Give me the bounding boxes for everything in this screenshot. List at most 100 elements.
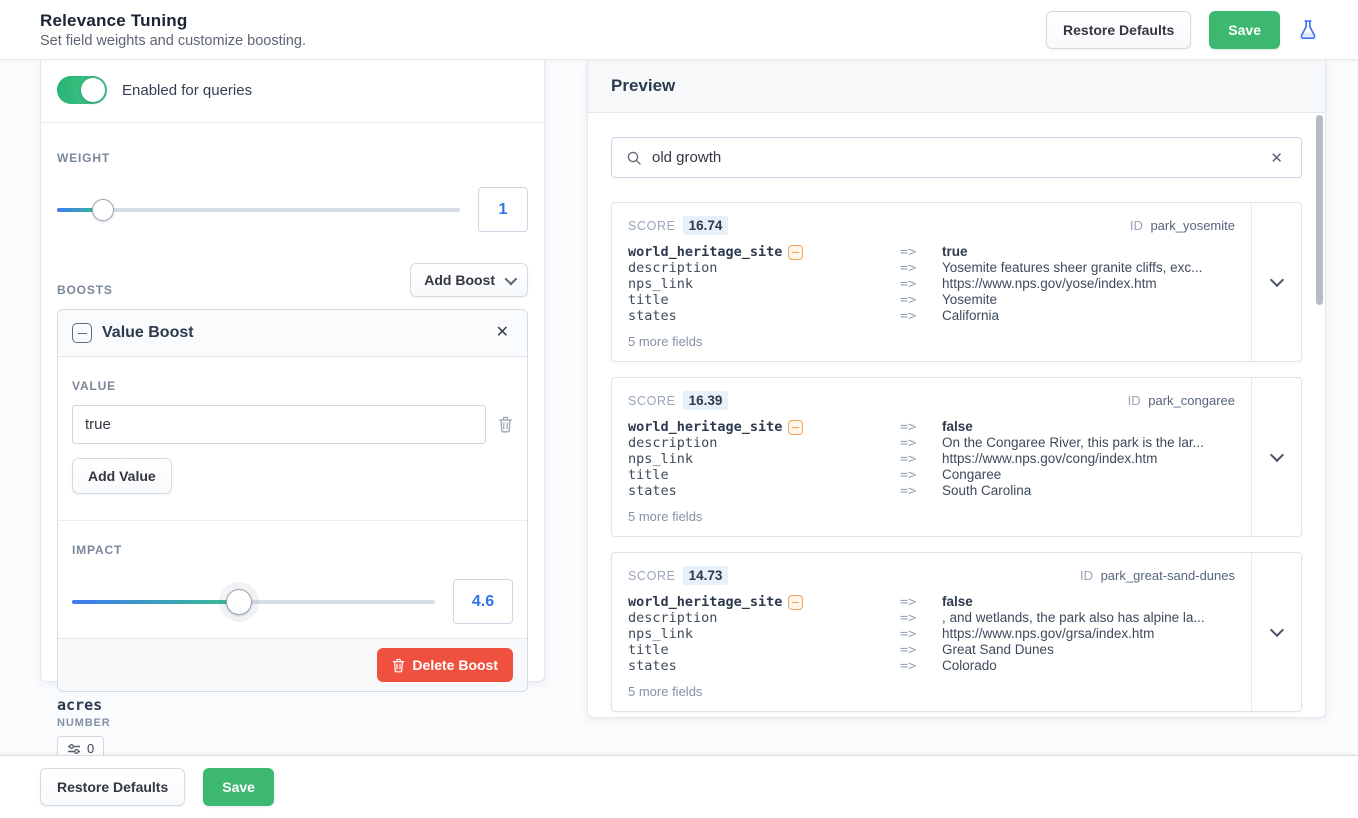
result-field-row: states => Colorado	[628, 658, 1235, 674]
field-value: Yosemite features sheer granite cliffs, …	[942, 260, 1235, 276]
query-tester-button[interactable]	[1298, 19, 1318, 41]
preview-search-input[interactable]	[652, 149, 1266, 166]
field-value: https://www.nps.gov/yose/index.htm	[942, 276, 1235, 292]
value-boost-icon	[72, 323, 92, 343]
field-name: description	[628, 260, 717, 276]
impact-value-box[interactable]	[453, 579, 513, 624]
field-value: Great Sand Dunes	[942, 642, 1235, 658]
field-name: description	[628, 610, 717, 626]
field-name: nps_link	[628, 451, 693, 467]
save-button[interactable]: Save	[203, 768, 274, 806]
preview-panel: Preview ✕ SCORE 16.74 ID park_yosemite	[587, 60, 1326, 718]
chevron-down-icon	[1269, 448, 1283, 462]
id-value: park_congaree	[1148, 393, 1235, 408]
result-card: SCORE 16.74 ID park_yosemite world_herit…	[611, 202, 1302, 362]
field-name: world_heritage_site	[628, 244, 782, 260]
result-field-row: world_heritage_site => false	[628, 419, 1235, 435]
delete-boost-label: Delete Boost	[412, 657, 498, 673]
close-boost-icon[interactable]: ✕	[492, 323, 513, 343]
field-name: description	[628, 435, 717, 451]
weight-slider-thumb[interactable]	[92, 199, 114, 221]
result-card: SCORE 16.39 ID park_congaree world_herit…	[611, 377, 1302, 537]
arrow: =>	[900, 626, 942, 642]
boosted-field-icon	[788, 245, 803, 260]
boosted-field-icon	[788, 420, 803, 435]
field-value: South Carolina	[942, 483, 1235, 499]
expand-result-button[interactable]	[1251, 553, 1301, 711]
field-value: On the Congaree River, this park is the …	[942, 435, 1235, 451]
next-field-acres: acres NUMBER 0	[57, 696, 111, 761]
id-value: park_yosemite	[1150, 218, 1235, 233]
arrow: =>	[900, 483, 942, 499]
field-weight-value: 0	[87, 741, 94, 756]
result-field-row: states => California	[628, 308, 1235, 324]
boost-value-input[interactable]	[72, 405, 486, 444]
impact-slider[interactable]	[72, 591, 435, 613]
field-value: https://www.nps.gov/grsa/index.htm	[942, 626, 1235, 642]
id-value: park_great-sand-dunes	[1101, 568, 1235, 583]
field-value: false	[942, 419, 1235, 435]
result-field-row: world_heritage_site => false	[628, 594, 1235, 610]
id-label: ID	[1080, 568, 1093, 583]
preview-search-box: ✕	[611, 137, 1302, 178]
more-fields-link[interactable]: 5 more fields	[628, 684, 1235, 699]
expand-result-button[interactable]	[1251, 378, 1301, 536]
arrow: =>	[900, 260, 942, 276]
arrow: =>	[900, 308, 942, 324]
enabled-for-queries-toggle[interactable]	[57, 76, 107, 104]
score-label: SCORE	[628, 394, 676, 408]
result-field-row: nps_link => https://www.nps.gov/yose/ind…	[628, 276, 1235, 292]
field-value: California	[942, 308, 1235, 324]
restore-defaults-button[interactable]: Restore Defaults	[40, 768, 185, 806]
id-label: ID	[1128, 393, 1141, 408]
more-fields-link[interactable]: 5 more fields	[628, 509, 1235, 524]
value-label: VALUE	[72, 379, 513, 393]
page-title: Relevance Tuning	[40, 11, 306, 31]
clear-search-icon[interactable]: ✕	[1266, 147, 1287, 169]
delete-boost-button[interactable]: Delete Boost	[377, 648, 513, 682]
impact-slider-fill	[72, 600, 239, 604]
field-type-label: NUMBER	[57, 717, 111, 729]
chevron-down-icon	[1269, 273, 1283, 287]
id-label: ID	[1130, 218, 1143, 233]
impact-slider-thumb[interactable]	[226, 589, 252, 615]
field-value: true	[942, 244, 1235, 260]
field-name: title	[628, 642, 669, 658]
arrow: =>	[900, 276, 942, 292]
boosts-label: BOOSTS	[57, 283, 113, 297]
more-fields-link[interactable]: 5 more fields	[628, 334, 1235, 349]
field-name: states	[628, 483, 677, 499]
preview-scrollbar[interactable]	[1316, 115, 1323, 305]
remove-value-button[interactable]	[498, 416, 513, 433]
field-name: states	[628, 308, 677, 324]
field-name: world_heritage_site	[628, 594, 782, 610]
flask-icon	[1298, 19, 1318, 41]
result-card: SCORE 14.73 ID park_great-sand-dunes wor…	[611, 552, 1302, 712]
add-value-button[interactable]: Add Value	[72, 458, 172, 494]
restore-defaults-button[interactable]: Restore Defaults	[1046, 11, 1191, 49]
save-button[interactable]: Save	[1209, 11, 1280, 49]
arrow: =>	[900, 610, 942, 626]
score-value: 16.74	[683, 216, 729, 235]
result-field-row: description => , and wetlands, the park …	[628, 610, 1235, 626]
arrow: =>	[900, 642, 942, 658]
weight-slider[interactable]	[57, 199, 460, 221]
add-boost-button[interactable]: Add Boost	[410, 263, 528, 297]
field-name: states	[628, 658, 677, 674]
preview-title: Preview	[611, 76, 675, 96]
trash-icon	[392, 658, 405, 673]
result-field-row: title => Great Sand Dunes	[628, 642, 1235, 658]
enabled-for-queries-label: Enabled for queries	[122, 82, 252, 99]
result-field-row: description => Yosemite features sheer g…	[628, 260, 1235, 276]
field-settings-panel: Enabled for queries WEIGHT BOOSTS Add Bo…	[40, 60, 545, 682]
weight-value-box[interactable]	[478, 187, 528, 232]
expand-result-button[interactable]	[1251, 203, 1301, 361]
field-name: title	[628, 292, 669, 308]
result-field-row: title => Yosemite	[628, 292, 1235, 308]
arrow: =>	[900, 467, 942, 483]
value-boost-card: Value Boost ✕ VALUE Add Value IMPACT	[57, 309, 528, 692]
field-value: , and wetlands, the park also has alpine…	[942, 610, 1235, 626]
page-header: Relevance Tuning Set field weights and c…	[0, 0, 1358, 60]
weight-slider-track	[57, 208, 460, 212]
field-name: world_heritage_site	[628, 419, 782, 435]
